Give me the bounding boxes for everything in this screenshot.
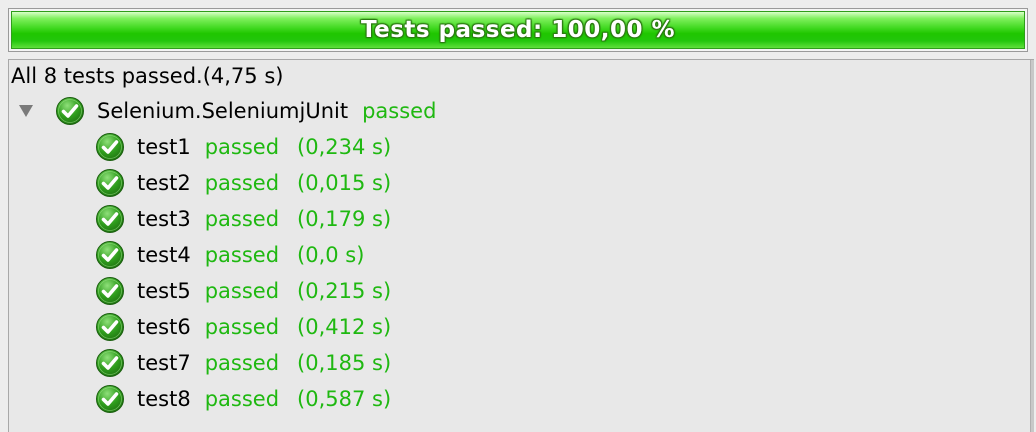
test-node[interactable]: test2 passed (0,015 s) (95, 166, 391, 200)
test-node[interactable]: test5 passed (0,215 s) (95, 274, 391, 308)
test-name: test7 (137, 351, 191, 375)
suite-status: passed (362, 99, 437, 123)
test-node[interactable]: test8 passed (0,587 s) (95, 382, 391, 416)
test-name: test1 (137, 135, 191, 159)
suite-name: Selenium.SeleniumjUnit (97, 99, 349, 123)
test-time: (0,179 s) (297, 207, 392, 231)
test-time: (0,234 s) (297, 135, 392, 159)
check-circle-icon (95, 204, 125, 234)
test-time: (0,185 s) (297, 351, 392, 375)
check-circle-icon (95, 276, 125, 306)
check-circle-icon (95, 348, 125, 378)
test-name: test3 (137, 207, 191, 231)
test-status: passed (204, 279, 280, 303)
check-circle-icon (95, 312, 125, 342)
test-status: passed (204, 135, 280, 159)
test-name: test6 (137, 315, 191, 339)
scrollbar[interactable] (1030, 60, 1034, 432)
test-node[interactable]: test1 passed (0,234 s) (95, 130, 391, 164)
progress-bar: Tests passed: 100,00 % (8, 8, 1028, 52)
test-results-window: Tests passed: 100,00 % All 8 tests passe… (0, 0, 1036, 432)
test-node[interactable]: test4 passed (0,0 s) (95, 238, 364, 272)
check-circle-icon (95, 240, 125, 270)
test-status: passed (204, 207, 280, 231)
check-circle-icon (95, 168, 125, 198)
test-time: (0,215 s) (297, 279, 392, 303)
test-status: passed (204, 315, 280, 339)
test-time: (0,412 s) (297, 315, 392, 339)
expand-triangle-icon[interactable] (19, 105, 33, 117)
test-time: (0,0 s) (297, 243, 365, 267)
test-name: test5 (137, 279, 191, 303)
test-name: test4 (137, 243, 191, 267)
test-node[interactable]: test6 passed (0,412 s) (95, 310, 391, 344)
summary-text: All 8 tests passed.(4,75 s) (11, 64, 284, 88)
test-name: test8 (137, 387, 191, 411)
check-circle-icon (95, 384, 125, 414)
progress-label: Tests passed: 100,00 % (360, 17, 676, 43)
test-node[interactable]: test7 passed (0,185 s) (95, 346, 391, 380)
test-time: (0,587 s) (297, 387, 392, 411)
test-status: passed (204, 171, 280, 195)
test-time: (0,015 s) (297, 171, 392, 195)
check-circle-icon (95, 132, 125, 162)
test-status: passed (204, 387, 280, 411)
results-tree-panel: All 8 tests passed.(4,75 s) Selenium.Sel… (8, 59, 1034, 432)
test-name: test2 (137, 171, 191, 195)
check-circle-icon (55, 96, 85, 126)
test-status: passed (204, 351, 280, 375)
test-status: passed (204, 243, 280, 267)
test-node[interactable]: test3 passed (0,179 s) (95, 202, 391, 236)
progress-bar-fill: Tests passed: 100,00 % (11, 11, 1025, 49)
suite-node[interactable]: Selenium.SeleniumjUnit passed (17, 94, 454, 128)
